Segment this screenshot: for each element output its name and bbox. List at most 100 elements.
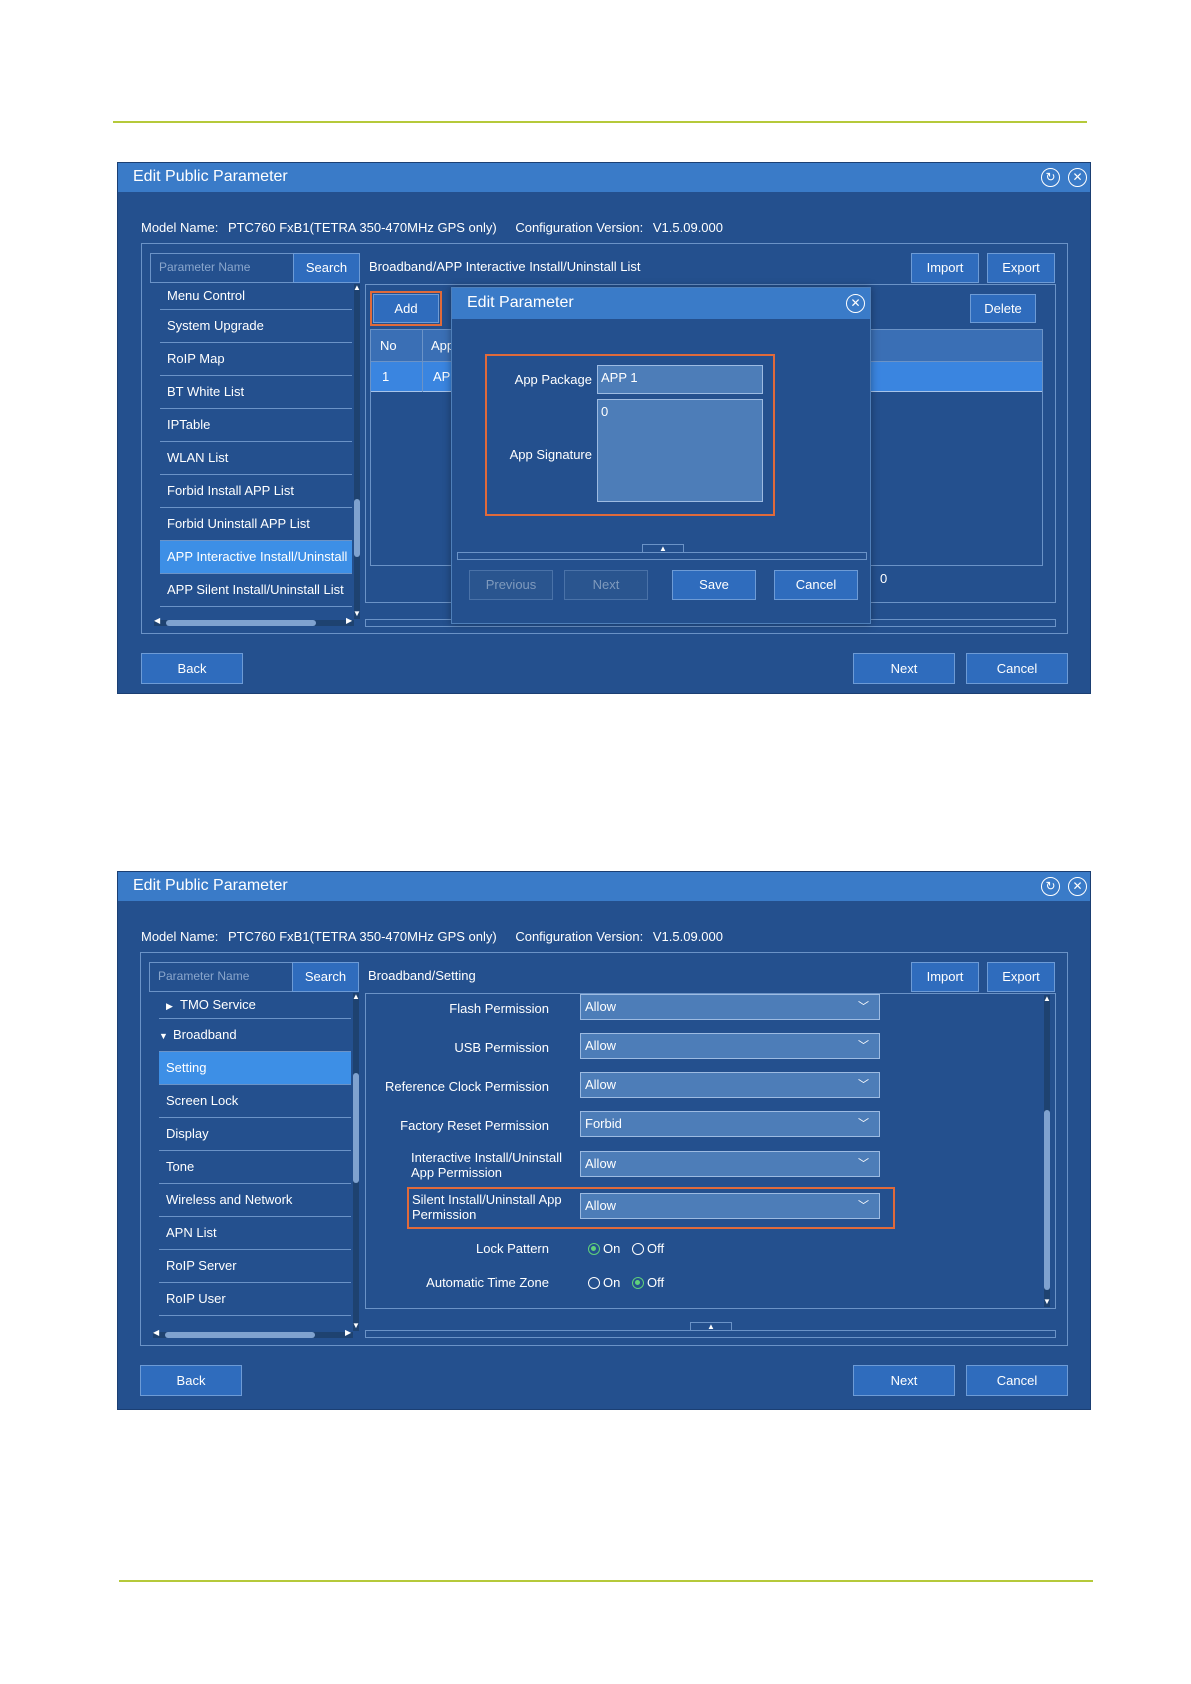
nav-item-screen-lock[interactable]: Screen Lock	[159, 1085, 351, 1118]
scroll-thumb[interactable]	[353, 1073, 359, 1183]
scroll-right-arrow-icon[interactable]: ▶	[345, 1328, 351, 1337]
nav-vertical-scrollbar[interactable]: ▲ ▼	[352, 283, 362, 619]
cancel-button[interactable]: Cancel	[966, 653, 1068, 684]
export-button[interactable]: Export	[987, 253, 1055, 283]
close-icon[interactable]: ✕	[1068, 168, 1087, 187]
settings-vertical-scrollbar[interactable]: ▲ ▼	[1042, 994, 1052, 1307]
nav-item-app-interactive-install[interactable]: APP Interactive Install/Uninstall List	[160, 541, 352, 574]
radio-on[interactable]	[588, 1277, 600, 1289]
back-button[interactable]: Back	[140, 1365, 242, 1396]
search-button[interactable]: Search	[293, 253, 360, 283]
delete-button[interactable]: Delete	[970, 294, 1036, 323]
nav-item-menu-control[interactable]: Menu Control	[160, 284, 352, 310]
nav-item-forbid-install-app-list[interactable]: Forbid Install APP List	[160, 475, 352, 508]
parameter-nav-list: Menu Control System Upgrade RoIP Map BT …	[160, 284, 352, 619]
chevron-down-icon: ﹀	[858, 1200, 869, 1212]
next-button[interactable]: Next	[853, 653, 955, 684]
nav-item-wlan-list[interactable]: WLAN List	[160, 442, 352, 475]
scroll-up-arrow-icon[interactable]: ▲	[351, 992, 361, 1001]
nav-item-tmo-service[interactable]: ▶ TMO Service	[159, 993, 351, 1019]
back-button[interactable]: Back	[141, 653, 243, 684]
parameter-search-input[interactable]: Parameter Name	[149, 962, 293, 992]
scroll-thumb[interactable]	[354, 499, 360, 557]
search-button[interactable]: Search	[292, 962, 359, 992]
radio-off[interactable]	[631, 1277, 644, 1289]
scroll-thumb[interactable]	[165, 1332, 315, 1338]
config-version-label: Configuration Version:	[515, 929, 644, 944]
reference-clock-permission-select[interactable]: Allow ﹀	[580, 1072, 880, 1098]
scroll-down-arrow-icon[interactable]: ▼	[1042, 1297, 1052, 1306]
save-button[interactable]: Save	[672, 570, 756, 600]
restore-icon[interactable]: ↻	[1041, 168, 1060, 187]
next-button[interactable]: Next	[853, 1365, 955, 1396]
import-button[interactable]: Import	[911, 962, 979, 992]
lock-pattern-label: Lock Pattern	[476, 1241, 549, 1256]
nav-item-tone[interactable]: Tone	[159, 1151, 351, 1184]
edit-parameter-dialog: Edit Parameter ✕ App Package APP 1 App S…	[451, 287, 871, 624]
radio-label-off: Off	[646, 1275, 665, 1290]
scroll-down-arrow-icon[interactable]: ▼	[351, 1321, 361, 1330]
chevron-down-icon: ﹀	[858, 1040, 869, 1052]
app-package-label: App Package	[514, 372, 592, 387]
flash-permission-select[interactable]: Allow ﹀	[580, 994, 880, 1020]
close-icon[interactable]: ✕	[1068, 877, 1087, 896]
nav-item-iptable[interactable]: IPTable	[160, 409, 352, 442]
nav-item-apn-list[interactable]: APN List	[159, 1217, 351, 1250]
nav-item-bt-white-list[interactable]: BT White List	[160, 376, 352, 409]
setting-label-usb: USB Permission	[454, 1040, 549, 1055]
expand-arrow-icon[interactable]: ▶	[166, 994, 180, 1018]
nav-item-roip-user[interactable]: RoIP User	[159, 1283, 351, 1316]
config-version-value: V1.5.09.000	[652, 220, 723, 235]
model-name-label: Model Name:	[141, 220, 219, 235]
close-icon[interactable]: ✕	[846, 294, 865, 313]
import-button[interactable]: Import	[911, 253, 979, 283]
collapse-arrow-icon[interactable]: ▼	[159, 1021, 173, 1051]
setting-label-reference-clock: Reference Clock Permission	[384, 1079, 549, 1094]
app-signature-textarea[interactable]: 0	[597, 399, 763, 502]
previous-button[interactable]: Previous	[469, 570, 553, 600]
radio-off[interactable]	[631, 1243, 644, 1255]
interactive-install-permission-select[interactable]: Allow ﹀	[580, 1151, 880, 1177]
usb-permission-select[interactable]: Allow ﹀	[580, 1033, 880, 1059]
select-value: Allow	[585, 1038, 617, 1053]
radio-label-off: Off	[646, 1241, 665, 1256]
restore-icon[interactable]: ↻	[1041, 877, 1060, 896]
nav-item-broadband[interactable]: ▼ Broadband	[159, 1019, 351, 1052]
scroll-thumb[interactable]	[166, 620, 316, 626]
window-title: Edit Public Parameter	[133, 877, 288, 894]
automatic-time-zone-radio-group: On Off	[588, 1275, 672, 1290]
nav-item-setting[interactable]: Setting	[159, 1052, 351, 1085]
nav-item-wireless-and-network[interactable]: Wireless and Network	[159, 1184, 351, 1217]
parameter-search-input[interactable]: Parameter Name	[150, 253, 294, 283]
scroll-up-arrow-icon[interactable]: ▲	[352, 283, 362, 292]
scroll-thumb[interactable]	[1044, 1110, 1050, 1290]
scroll-left-arrow-icon[interactable]: ◀	[154, 616, 160, 625]
nav-item-roip-map[interactable]: RoIP Map	[160, 343, 352, 376]
column-separator	[422, 330, 423, 392]
dialog-title: Edit Parameter	[467, 294, 574, 311]
cancel-button[interactable]: Cancel	[966, 1365, 1068, 1396]
scroll-right-arrow-icon[interactable]: ▶	[346, 616, 352, 625]
panel-divider	[365, 1330, 1056, 1338]
scroll-up-arrow-icon[interactable]: ▲	[1042, 994, 1052, 1003]
app-package-input[interactable]: APP 1	[597, 365, 763, 394]
export-button[interactable]: Export	[987, 962, 1055, 992]
nav-horizontal-scrollbar[interactable]: ◀ ▶	[153, 1328, 353, 1338]
nav-item-display[interactable]: Display	[159, 1118, 351, 1151]
radio-on[interactable]	[588, 1243, 600, 1255]
nav-horizontal-scrollbar[interactable]: ◀ ▶	[154, 616, 354, 626]
nav-item-app-silent-install[interactable]: APP Silent Install/Uninstall List	[160, 574, 352, 607]
dialog-next-button[interactable]: Next	[564, 570, 648, 600]
add-button[interactable]: Add	[370, 291, 442, 326]
scroll-down-arrow-icon[interactable]: ▼	[352, 609, 362, 618]
silent-install-permission-select[interactable]: Allow ﹀	[580, 1193, 880, 1219]
dialog-divider	[457, 552, 867, 560]
column-header-no: No	[380, 338, 397, 353]
nav-vertical-scrollbar[interactable]: ▲ ▼	[351, 992, 361, 1331]
factory-reset-permission-select[interactable]: Forbid ﹀	[580, 1111, 880, 1137]
nav-item-forbid-uninstall-app-list[interactable]: Forbid Uninstall APP List	[160, 508, 352, 541]
nav-item-system-upgrade[interactable]: System Upgrade	[160, 310, 352, 343]
dialog-cancel-button[interactable]: Cancel	[774, 570, 858, 600]
nav-item-roip-server[interactable]: RoIP Server	[159, 1250, 351, 1283]
scroll-left-arrow-icon[interactable]: ◀	[153, 1328, 159, 1337]
